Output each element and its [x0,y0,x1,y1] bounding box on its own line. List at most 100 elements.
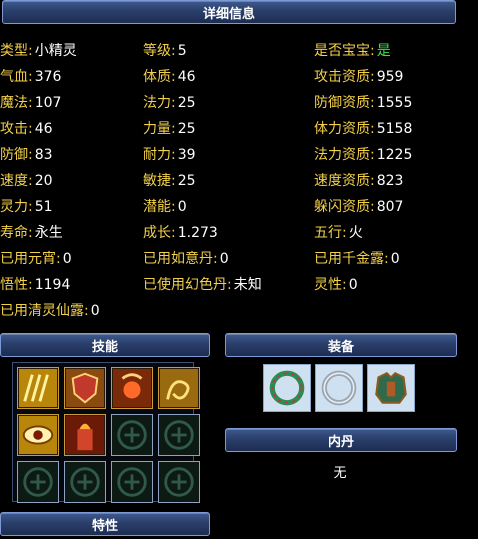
stat-value: 0 [62,251,72,267]
stat-value: 83 [34,147,53,163]
skills-header: 技能 [0,333,210,357]
stat-cell: 防御资质: 1555 [314,92,412,112]
stat-label: 灵力: [0,199,33,215]
stat-value: 1555 [376,95,413,111]
stat-value: 1.273 [177,225,218,241]
stat-label: 是否宝宝: [314,43,375,59]
stat-cell: 已用元宵: 0 [0,248,72,268]
stat-value: 959 [376,69,404,85]
stat-label: 力量: [143,121,176,137]
stat-cell: 耐力: 39 [143,144,196,164]
skill-shield-icon[interactable] [64,367,106,409]
stat-label: 潜能: [143,199,176,215]
pet-stats: 类型: 小精灵 等级: 5 是否宝宝: 是气血: 376 体质: 46 攻击资质: 959 魔法: 10… [0,36,478,322]
stat-label: 等级: [143,43,176,59]
stat-value: 823 [376,173,404,189]
stat-label: 敏捷: [143,173,176,189]
stat-cell: 灵性: 0 [314,274,358,294]
stat-label: 耐力: [143,147,176,163]
stat-label: 速度资质: [314,173,375,189]
stat-value: 25 [177,173,196,189]
stat-label: 已使用幻色丹: [143,277,232,293]
stat-value: 20 [34,173,53,189]
stats-row: 速度: 20 敏捷: 25 速度资质: 823 [0,166,478,192]
stat-value: 5158 [376,121,413,137]
stat-label: 法力资质: [314,147,375,163]
neidan-header: 内丹 [225,428,457,452]
stat-label: 体质: [143,69,176,85]
stat-label: 法力: [143,95,176,111]
skill-eye-icon[interactable] [17,414,59,456]
stat-value: 0 [90,303,100,319]
stat-value: 376 [34,69,62,85]
stat-value: 46 [177,69,196,85]
detail-info-title: 详细信息 [202,6,255,22]
equipment-header: 装备 [225,333,457,357]
skill-fire-spirit-icon[interactable] [111,367,153,409]
skill-flame-tower-icon[interactable] [64,414,106,456]
stats-row: 悟性: 1194 已使用幻色丹: 未知 灵性: 0 [0,270,478,296]
stat-value: 39 [177,147,196,163]
empty-skill-slot [17,461,59,503]
stat-cell: 已用千金露: 0 [314,248,400,268]
stat-value: 0 [219,251,229,267]
stat-cell: 灵力: 51 [0,196,53,216]
stat-label: 攻击资质: [314,69,375,85]
stat-cell: 速度资质: 823 [314,170,403,190]
neidan-value: 无 [333,466,347,481]
empty-skill-slot [158,461,200,503]
stat-label: 躲闪资质: [314,199,375,215]
stat-cell: 防御: 83 [0,144,53,164]
equipment-title: 装备 [327,339,354,355]
stat-cell: 已用清灵仙露: 0 [0,300,100,320]
equip-armor-icon[interactable] [367,364,415,412]
stat-cell: 法力资质: 1225 [314,144,412,164]
stat-value: 0 [390,251,400,267]
stat-cell: 潜能: 0 [143,196,187,216]
stat-value: 807 [376,199,404,215]
stats-row: 攻击: 46 力量: 25 体力资质: 5158 [0,114,478,140]
skill-claw-icon[interactable] [17,367,59,409]
stat-label: 已用如意丹: [143,251,218,267]
traits-title: 特性 [91,518,118,534]
skills-title: 技能 [91,339,118,355]
stat-cell: 攻击资质: 959 [314,66,403,86]
equip-jade-ring-icon[interactable] [263,364,311,412]
equip-silver-ring-icon[interactable] [315,364,363,412]
empty-skill-slot [158,414,200,456]
stat-label: 寿命: [0,225,33,241]
stat-label: 速度: [0,173,33,189]
stat-cell: 力量: 25 [143,118,196,138]
stat-label: 成长: [143,225,176,241]
stat-label: 五行: [314,225,347,241]
skills-grid [12,362,200,503]
stats-row: 已用清灵仙露: 0 [0,296,478,322]
stat-label: 已用清灵仙露: [0,303,89,319]
stat-cell: 体质: 46 [143,66,196,86]
stats-row: 灵力: 51 潜能: 0 躲闪资质: 807 [0,192,478,218]
stat-label: 已用元宵: [0,251,61,267]
stat-value: 1225 [376,147,413,163]
stat-cell: 是否宝宝: 是 [314,40,391,60]
stat-cell: 法力: 25 [143,92,196,112]
stat-cell: 类型: 小精灵 [0,40,77,60]
stat-cell: 攻击: 46 [0,118,53,138]
stats-row: 魔法: 107 法力: 25 防御资质: 1555 [0,88,478,114]
stat-value: 46 [34,121,53,137]
stat-cell: 五行: 火 [314,222,363,242]
skill-fire-curl-icon[interactable] [158,367,200,409]
stat-cell: 敏捷: 25 [143,170,196,190]
equipment-row [263,364,415,412]
stats-row: 防御: 83 耐力: 39 法力资质: 1225 [0,140,478,166]
stat-label: 悟性: [0,277,33,293]
stat-cell: 悟性: 1194 [0,274,70,294]
stat-value: 107 [34,95,62,111]
stat-value: 火 [348,225,363,241]
stat-cell: 已使用幻色丹: 未知 [143,274,262,294]
empty-skill-slot [64,461,106,503]
stat-value: 小精灵 [34,43,77,59]
stat-label: 体力资质: [314,121,375,137]
stat-cell: 躲闪资质: 807 [314,196,403,216]
detail-info-header: 详细信息 [2,0,456,24]
stat-label: 防御资质: [314,95,375,111]
